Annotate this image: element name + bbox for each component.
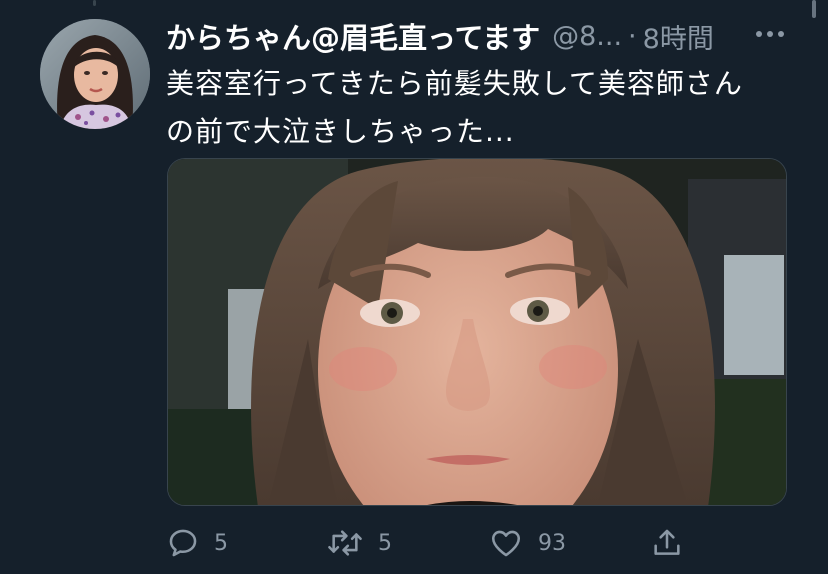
- tweet-text: 美容室行ってきたら前髪失敗して美容師さん の前で大泣きしちゃった...: [166, 60, 786, 156]
- tweet-header: からちゃん@眉毛直ってます @8... · 8時間: [166, 14, 786, 58]
- more-icon[interactable]: [748, 14, 792, 54]
- like-button[interactable]: 93: [488, 522, 566, 564]
- like-icon: [491, 530, 521, 557]
- reply-button[interactable]: 5: [166, 522, 228, 564]
- share-icon: [654, 529, 680, 555]
- tweet-text-line: の前で大泣きしちゃった...: [166, 115, 515, 148]
- reply-count: 5: [214, 530, 228, 556]
- user-handle[interactable]: @8...: [552, 21, 622, 52]
- retweet-count: 5: [378, 530, 392, 556]
- thread-connector: [93, 0, 96, 6]
- tweet-actions: 5 5 93: [166, 522, 786, 564]
- separator-dot: ·: [628, 20, 637, 52]
- like-count: 93: [538, 530, 566, 556]
- display-name[interactable]: からちゃん@眉毛直ってます: [166, 15, 540, 57]
- tweet-timestamp[interactable]: 8時間: [643, 17, 714, 56]
- reply-icon: [169, 529, 197, 557]
- tweet[interactable]: からちゃん@眉毛直ってます @8... · 8時間 美容室行ってきたら前髪失敗し…: [0, 0, 828, 574]
- retweet-button[interactable]: 5: [326, 522, 392, 564]
- avatar[interactable]: [40, 19, 150, 129]
- avatar-image: [40, 19, 150, 129]
- retweet-icon: [328, 530, 362, 556]
- tweet-photo[interactable]: [167, 158, 787, 506]
- share-button[interactable]: [650, 522, 684, 564]
- photo-image: [168, 159, 786, 505]
- tweet-text-line: 美容室行ってきたら前髪失敗して美容師さん: [166, 67, 743, 100]
- scrollbar[interactable]: [812, 0, 816, 18]
